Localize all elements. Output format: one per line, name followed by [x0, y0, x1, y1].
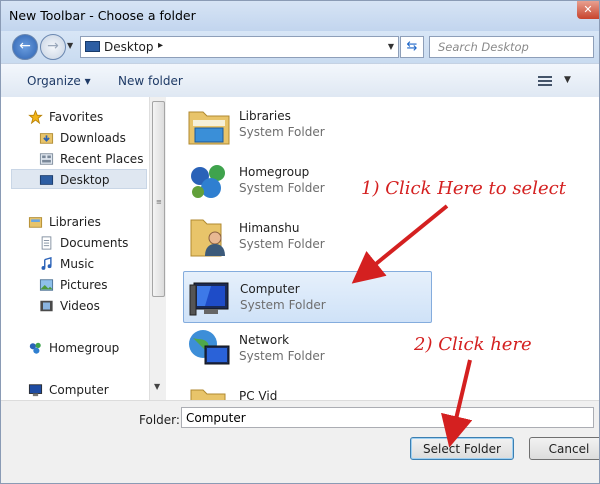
- file-list-pane: Libraries System Folder Homegroup System…: [166, 97, 599, 400]
- folder-label: Folder:: [139, 413, 180, 427]
- search-input[interactable]: Search Desktop: [438, 40, 529, 54]
- nav-item-label: Recent Places: [60, 152, 144, 166]
- navigation-pane: Favorites Downloads Recent Places Deskto…: [1, 97, 149, 400]
- computer-icon: [28, 384, 43, 397]
- homegroup-icon: [191, 165, 225, 198]
- file-name: Homegroup: [239, 165, 310, 179]
- new-folder-button[interactable]: New folder: [118, 74, 183, 88]
- search-box[interactable]: Search Desktop: [429, 36, 594, 58]
- file-type: System Folder: [239, 181, 325, 195]
- view-dropdown-chevron-icon[interactable]: ▼: [564, 75, 571, 85]
- pictures-icon: [39, 279, 54, 291]
- address-location[interactable]: Desktop: [104, 40, 154, 54]
- nav-item-label: Videos: [60, 299, 100, 313]
- file-item-himanshu[interactable]: Himanshu System Folder: [183, 211, 432, 263]
- recent-places-icon: [39, 153, 54, 165]
- forward-button[interactable]: →: [40, 34, 66, 60]
- file-type: System Folder: [239, 237, 325, 251]
- scroll-down-arrow-icon[interactable]: ▼: [154, 382, 160, 391]
- network-icon: [189, 330, 230, 365]
- libraries-icon: [28, 217, 43, 228]
- file-type: System Folder: [239, 125, 325, 139]
- folder-icon: [190, 389, 226, 400]
- desktop-icon: [85, 41, 100, 52]
- desktop-icon: [39, 175, 54, 185]
- annotation-step-1: 1) Click Here to select: [361, 178, 566, 199]
- star-icon: [28, 110, 43, 124]
- forward-arrow-icon: →: [47, 38, 59, 54]
- music-icon: [41, 257, 52, 270]
- refresh-icon: ⇆: [406, 39, 418, 54]
- address-separator-chevron-icon[interactable]: ▸: [158, 40, 163, 51]
- nav-item-label: Homegroup: [49, 341, 120, 355]
- nav-item-label: Computer: [49, 383, 109, 397]
- nav-item-label: Downloads: [60, 131, 126, 145]
- homegroup-icon: [29, 342, 41, 354]
- address-row: ← → ▼ Desktop ▸ ▼ ⇆ Search Desktop: [1, 31, 599, 63]
- libraries-folder-icon: [188, 111, 230, 145]
- scrollbar-grip-icon: ≡: [156, 198, 162, 206]
- downloads-folder-icon: [39, 133, 54, 144]
- file-name: PC Vid: [239, 389, 278, 400]
- select-folder-button[interactable]: Select Folder: [410, 437, 514, 460]
- annotation-step-2: 2) Click here: [414, 334, 532, 355]
- cancel-button[interactable]: Cancel: [529, 437, 599, 460]
- file-item-pc-videos[interactable]: PC Vid: [183, 379, 432, 400]
- file-item-computer[interactable]: Computer System Folder: [183, 271, 432, 323]
- close-button[interactable]: ✕: [577, 1, 599, 19]
- nav-item-label: Music: [60, 257, 95, 271]
- file-name: Himanshu: [239, 221, 300, 235]
- nav-item-label: Documents: [60, 236, 129, 250]
- file-name: Computer: [240, 282, 300, 296]
- refresh-button[interactable]: ⇆: [400, 36, 424, 58]
- file-item-network[interactable]: Network System Folder: [183, 323, 432, 375]
- recent-pages-dropdown[interactable]: ▼: [67, 41, 73, 50]
- user-folder-icon: [190, 219, 225, 257]
- view-options-icon[interactable]: [538, 74, 552, 87]
- file-name: Libraries: [239, 109, 291, 123]
- file-item-libraries[interactable]: Libraries System Folder: [183, 99, 432, 151]
- file-type: System Folder: [240, 298, 326, 312]
- choose-folder-dialog: New Toolbar - Choose a folder ✕ ← → ▼ De…: [0, 0, 600, 484]
- file-name: Network: [239, 333, 290, 347]
- window-title: New Toolbar - Choose a folder: [9, 8, 196, 23]
- file-type: System Folder: [239, 349, 325, 363]
- videos-icon: [40, 300, 53, 312]
- title-bar: New Toolbar - Choose a folder ✕: [1, 1, 599, 31]
- nav-scrollbar-thumb[interactable]: ≡: [152, 101, 165, 297]
- folder-name-input[interactable]: [181, 407, 594, 428]
- dialog-footer: Folder: Select Folder Cancel: [1, 400, 599, 483]
- back-arrow-icon: ←: [19, 38, 31, 54]
- nav-item-label: Libraries: [49, 215, 101, 229]
- back-button[interactable]: ←: [12, 34, 38, 60]
- address-dropdown-chevron-icon[interactable]: ▼: [388, 42, 394, 51]
- documents-icon: [41, 236, 52, 250]
- nav-item-label: Desktop: [60, 173, 110, 187]
- nav-pane-scrollbar[interactable]: ≡ ▼: [149, 97, 167, 400]
- computer-icon: [189, 282, 229, 316]
- organize-button[interactable]: Organize ▾: [27, 74, 91, 88]
- nav-item-label: Favorites: [49, 110, 104, 124]
- nav-item-label: Pictures: [60, 278, 108, 292]
- command-bar: Organize ▾ New folder ▼: [1, 63, 599, 98]
- address-bar[interactable]: Desktop ▸ ▼: [80, 36, 399, 58]
